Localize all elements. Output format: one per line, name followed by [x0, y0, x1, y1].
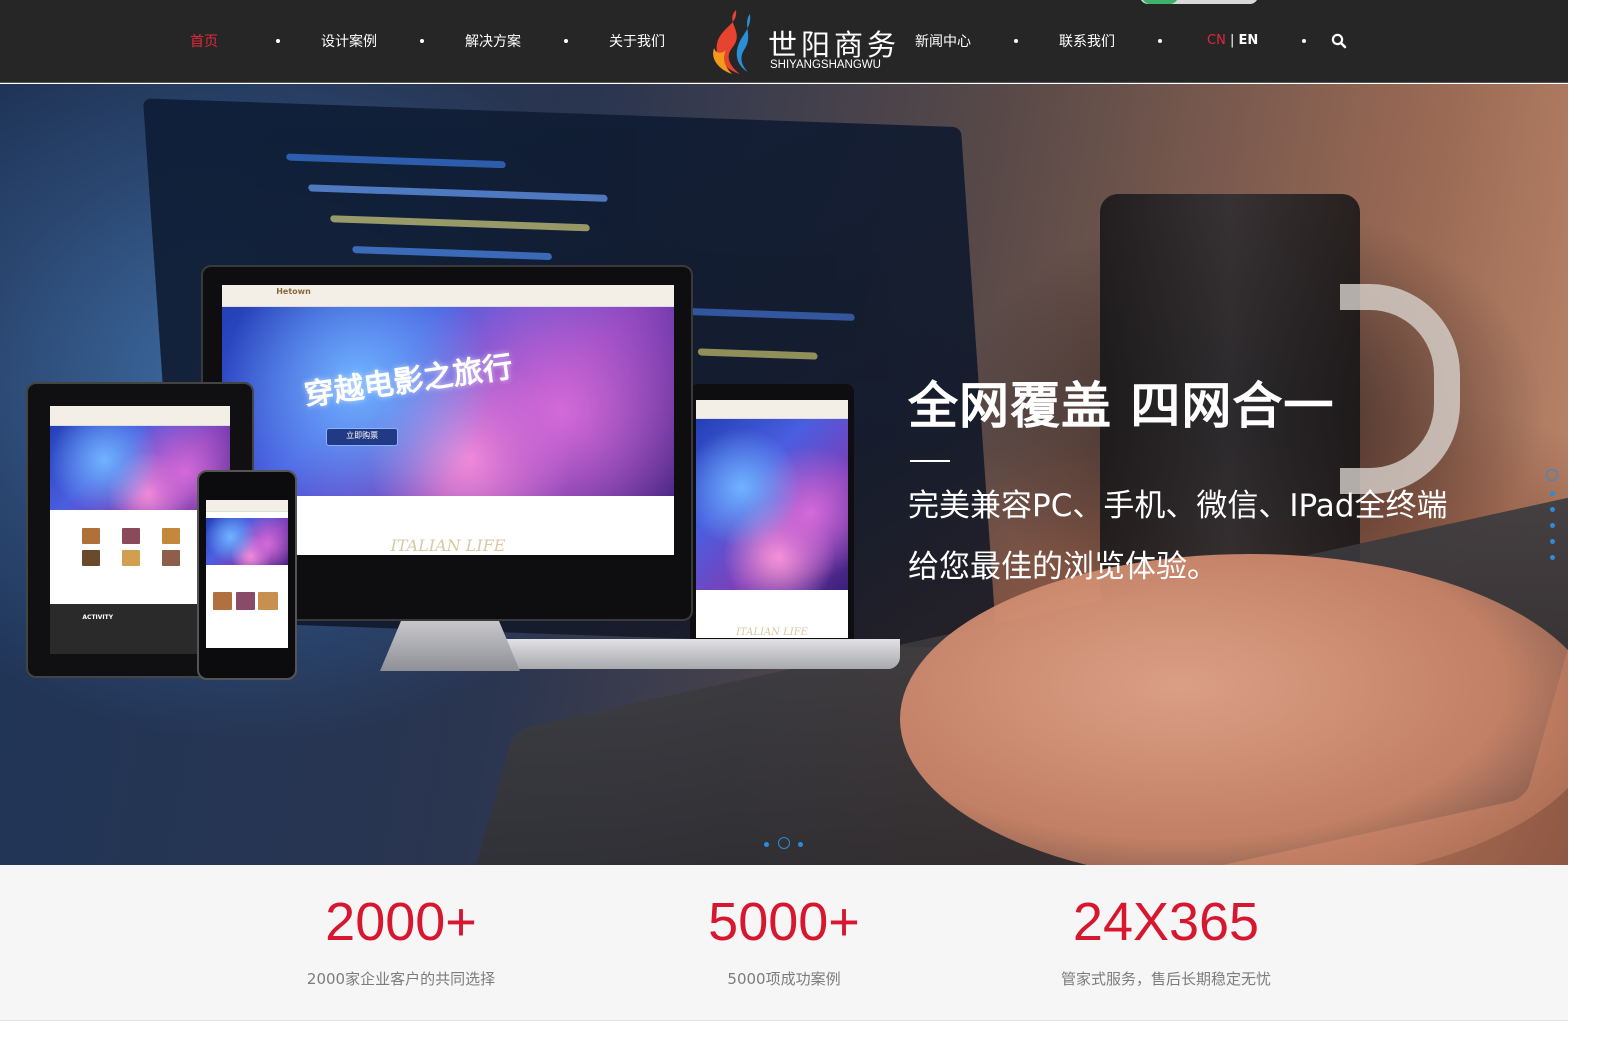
nav-separator-dot — [276, 39, 280, 43]
lang-en-link[interactable]: EN — [1238, 33, 1258, 48]
side-pagination-dot[interactable] — [1550, 539, 1555, 544]
slider-dot[interactable] — [798, 842, 803, 847]
stat-value: 24X365 — [1072, 892, 1260, 952]
mockup-thumbnail — [235, 591, 256, 610]
side-pagination-dot[interactable] — [1550, 491, 1555, 496]
code-line — [697, 348, 818, 360]
lang-cn-link[interactable]: CN — [1207, 33, 1226, 48]
mockup-thumbnail — [212, 591, 233, 610]
mockup-brand: Hetown — [276, 287, 311, 296]
mockup-thumbnail — [122, 549, 140, 566]
mockup-thumbnail — [258, 591, 279, 610]
stat-label: 管家式服务，售后长期稳定无忧 — [1060, 970, 1271, 988]
toggle-switch[interactable] — [1140, 0, 1258, 4]
nav-separator-dot — [1014, 39, 1018, 43]
site-logo[interactable]: 世阳商务 SHIYANGSHANGWU — [706, 8, 896, 76]
logo-text-en: SHIYANGSHANGWU — [770, 59, 881, 71]
mockup-header — [206, 500, 288, 512]
background-mug-handle — [1340, 284, 1460, 494]
mockup-thumbnail — [122, 527, 140, 544]
code-line — [330, 215, 590, 232]
mockup-activity-label: ACTIVITY — [82, 614, 114, 622]
search-icon — [1331, 33, 1347, 49]
side-pagination — [1545, 469, 1561, 560]
nav-design-cases[interactable]: 设计案例 — [321, 31, 377, 51]
phone-mockup — [197, 470, 297, 680]
mockup-hero-art — [206, 517, 288, 566]
mockup-buy-button: 立即购票 — [325, 427, 399, 447]
slider-dot[interactable] — [764, 842, 769, 847]
mockup-thumbnail — [161, 549, 180, 566]
nav-separator-dot — [1158, 39, 1162, 43]
side-pagination-dot[interactable] — [1550, 523, 1555, 528]
phone-screen — [206, 500, 288, 648]
mockup-thumbnail — [82, 527, 101, 544]
mockup-hero-art: 穿越电影之旅行 立即购票 — [222, 306, 674, 496]
nav-solutions[interactable]: 解决方案 — [465, 31, 521, 51]
mockup-header: Hetown — [222, 285, 674, 307]
imac-stand — [380, 621, 520, 671]
lang-separator: | — [1225, 33, 1239, 48]
mockup-header — [50, 406, 230, 426]
hero-title: 全网覆盖 四网合一 — [908, 377, 1335, 435]
hero-divider — [910, 460, 950, 462]
side-pagination-dot[interactable] — [1550, 555, 1555, 560]
nav-contact-us[interactable]: 联系我们 — [1059, 31, 1115, 51]
nav-news-center[interactable]: 新闻中心 — [915, 31, 971, 51]
top-navbar: 首页 设计案例 解决方案 关于我们 世阳商务 SHIYANGSHANGWU 新闻… — [0, 0, 1568, 83]
nav-about-us[interactable]: 关于我们 — [609, 31, 665, 51]
code-line — [286, 153, 506, 169]
mockup-thumbnail — [82, 549, 101, 566]
stat-label: 2000家企业客户的共同选择 — [306, 970, 496, 988]
mockup-thumbnail — [161, 527, 180, 544]
nav-home[interactable]: 首页 — [190, 31, 218, 51]
laptop-mockup: ITALIAN LIFE — [690, 384, 854, 642]
toggle-knob — [1142, 0, 1178, 4]
nav-separator-dot — [564, 39, 568, 43]
hero-banner: ITALIAN LIFE Hetown 穿越电影之旅行 立即购票 ITALIAN… — [0, 84, 1568, 865]
code-line — [674, 307, 855, 321]
language-switcher: CN | EN — [1207, 33, 1258, 48]
code-line — [352, 246, 553, 261]
stats-section: 2000+ 2000家企业客户的共同选择 5000+ 5000项成功案例 24X… — [0, 865, 1568, 1021]
mockup-art-title: 穿越电影之旅行 — [302, 349, 516, 414]
hero-description: 完美兼容PC、手机、微信、IPad全终端 给您最佳的浏览体验。 — [908, 476, 1447, 598]
hero-description-line: 给您最佳的浏览体验。 — [908, 549, 1218, 585]
search-button[interactable] — [1330, 32, 1348, 50]
flame-logo-icon — [713, 10, 751, 74]
stat-value: 2000+ — [325, 892, 477, 952]
side-pagination-dot[interactable] — [1546, 469, 1558, 481]
code-line — [308, 184, 608, 202]
nav-separator-dot — [420, 39, 424, 43]
background-hand — [900, 554, 1568, 865]
hero-description-line: 完美兼容PC、手机、微信、IPad全终端 — [908, 488, 1448, 524]
slider-dot[interactable] — [778, 837, 790, 849]
slider-pagination — [760, 836, 810, 852]
logo-text-cn: 世阳商务 — [768, 28, 901, 62]
side-pagination-dot[interactable] — [1550, 507, 1555, 512]
laptop-screen: ITALIAN LIFE — [696, 400, 848, 638]
mockup-header — [696, 400, 848, 420]
stat-label: 5000项成功案例 — [727, 970, 841, 988]
mockup-hero-art — [696, 419, 848, 591]
laptop-base — [488, 639, 900, 669]
nav-separator-dot — [1302, 39, 1306, 43]
stat-value: 5000+ — [708, 892, 860, 952]
mockup-footer-text: ITALIAN LIFE — [736, 627, 808, 638]
